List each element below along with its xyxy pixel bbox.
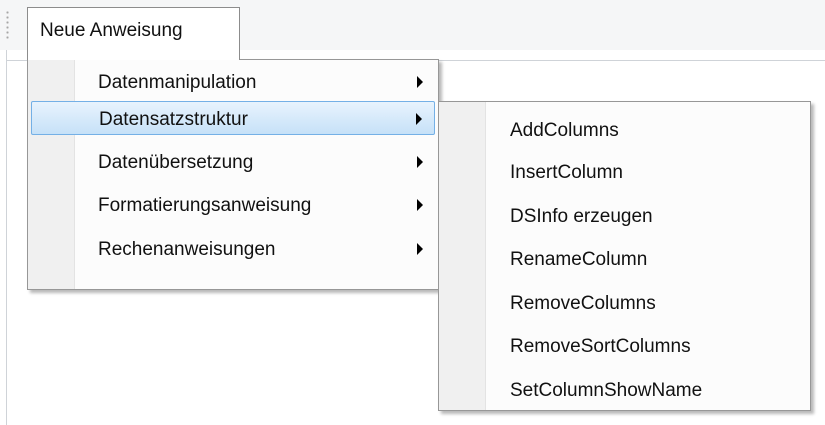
submenu-arrow-icon [417, 243, 423, 255]
menu-item-label: Datensatzstruktur [99, 109, 248, 130]
menu-item-label: Datenmanipulation [98, 72, 257, 93]
submenu-item-addcolumns[interactable]: AddColumns [442, 113, 807, 147]
menu-item-rechenanweisungen[interactable]: Rechenanweisungen [31, 232, 435, 266]
submenu-item-label: RenameColumn [510, 249, 648, 270]
submenu-item-setcolumnshowname[interactable]: SetColumnShowName [442, 373, 807, 407]
submenu-item-renamecolumn[interactable]: RenameColumn [442, 242, 807, 276]
menu-item-datenuebersetzung[interactable]: Datenübersetzung [31, 145, 435, 179]
submenu-datensatzstruktur: AddColumns InsertColumn DSInfo erzeugen … [438, 101, 811, 411]
submenu-item-label: RemoveSortColumns [510, 336, 691, 357]
menu-item-formatierungsanweisung[interactable]: Formatierungsanweisung [31, 188, 435, 222]
toolstrip-grip[interactable] [6, 10, 9, 40]
submenu-arrow-icon [417, 199, 423, 211]
menu-item-datensatzstruktur[interactable]: Datensatzstruktur [31, 101, 435, 135]
submenu-item-insertcolumn[interactable]: InsertColumn [442, 155, 807, 189]
menu-item-datenmanipulation[interactable]: Datenmanipulation [31, 65, 435, 99]
submenu-item-removesortcolumns[interactable]: RemoveSortColumns [442, 329, 807, 363]
menu-item-label: Formatierungsanweisung [98, 195, 312, 216]
menu-item-label: Datenübersetzung [98, 152, 254, 173]
submenu-item-removecolumns[interactable]: RemoveColumns [442, 286, 807, 320]
submenu-item-dsinfo-erzeugen[interactable]: DSInfo erzeugen [442, 199, 807, 233]
submenu-item-label: DSInfo erzeugen [510, 206, 653, 227]
form-edge [6, 50, 7, 425]
menu-neue-anweisung-label: Neue Anweisung [40, 20, 183, 41]
submenu-item-label: InsertColumn [510, 162, 623, 183]
submenu-arrow-icon [416, 113, 422, 125]
submenu-arrow-icon [417, 76, 423, 88]
menu-neue-anweisung[interactable]: Neue Anweisung [27, 7, 240, 60]
application-window: Neue Anweisung Datenmanipulation Datensa… [0, 0, 825, 425]
menu-item-label: Rechenanweisungen [98, 239, 276, 260]
submenu-item-label: AddColumns [510, 120, 619, 141]
submenu-item-label: SetColumnShowName [510, 380, 703, 401]
submenu-item-label: RemoveColumns [510, 293, 656, 314]
dropdown-neue-anweisung: Datenmanipulation Datensatzstruktur Date… [27, 59, 439, 290]
submenu-arrow-icon [417, 156, 423, 168]
